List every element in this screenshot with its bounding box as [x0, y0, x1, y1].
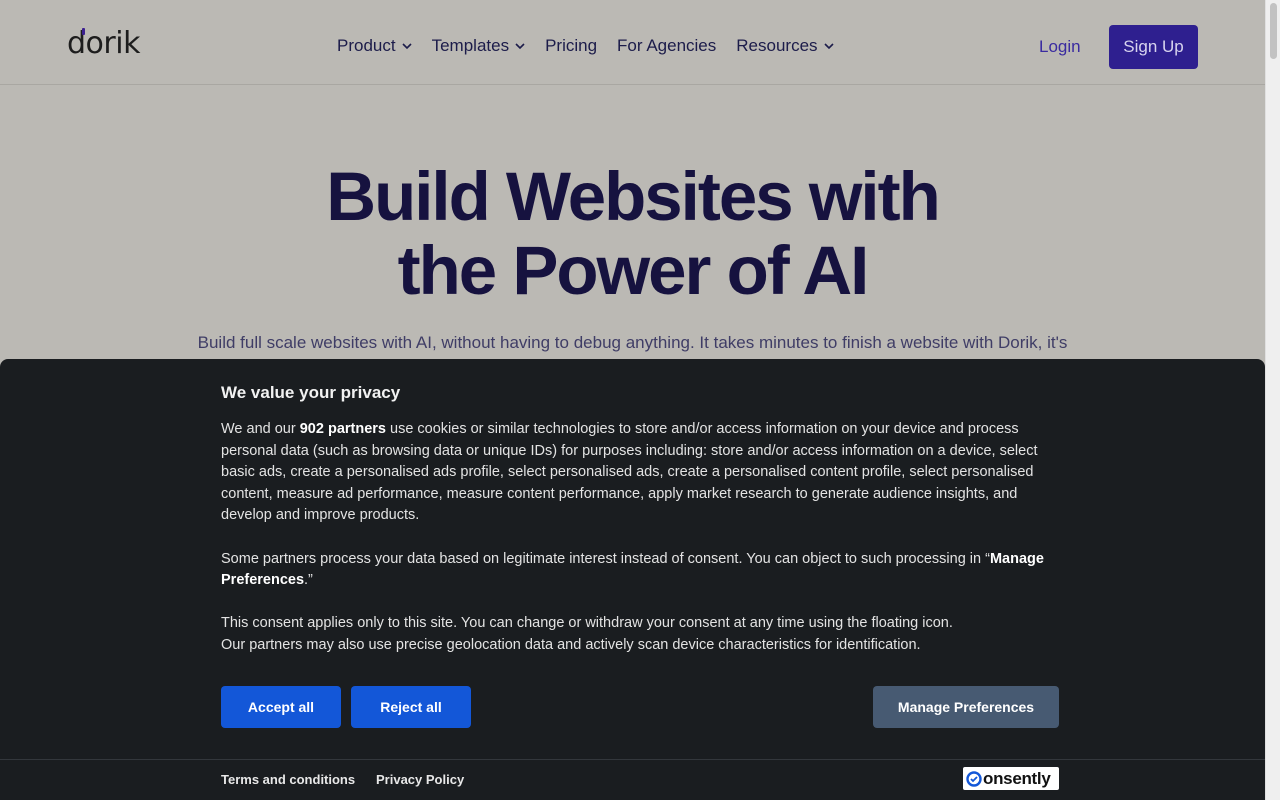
- consent-p3-line1: This consent applies only to this site. …: [221, 615, 953, 632]
- nav-product-label: Product: [337, 36, 396, 55]
- consent-p1-prefix: We and our: [221, 421, 300, 437]
- nav-for-agencies-label: For Agencies: [617, 36, 717, 55]
- nav-product[interactable]: Product: [337, 36, 412, 56]
- partners-count[interactable]: 902 partners: [300, 421, 386, 437]
- terms-link[interactable]: Terms and conditions: [221, 772, 355, 787]
- consent-footer: Terms and conditions Privacy Policy onse…: [0, 759, 1265, 800]
- reject-all-button[interactable]: Reject all: [351, 686, 471, 728]
- privacy-policy-link[interactable]: Privacy Policy: [376, 772, 464, 787]
- hero-title-line1: Build Websites with: [326, 158, 940, 235]
- scrollbar-thumb[interactable]: [1270, 3, 1277, 59]
- accept-all-button[interactable]: Accept all: [221, 686, 341, 728]
- chevron-down-icon: [515, 43, 525, 50]
- chevron-down-icon: [823, 43, 834, 50]
- main-nav: Product Templates Pricing For Agencies R…: [337, 36, 834, 56]
- consent-paragraph-1: We and our 902 partners use cookies or s…: [221, 419, 1051, 527]
- consent-title: We value your privacy: [221, 383, 401, 402]
- consently-logo[interactable]: onsently: [963, 767, 1059, 790]
- consent-p2-prefix: Some partners process your data based on…: [221, 550, 990, 567]
- signup-button[interactable]: Sign Up: [1109, 25, 1198, 69]
- dorik-logo[interactable]: dorik: [67, 26, 140, 61]
- consent-p2-suffix: .”: [304, 572, 313, 589]
- chevron-down-icon: [402, 43, 412, 50]
- nav-templates-label: Templates: [431, 36, 510, 55]
- hero-title-line2: the Power of AI: [397, 232, 870, 309]
- site-header: dorik Product Templates Pricing For Agen…: [0, 0, 1265, 85]
- consently-brand-text: onsently: [983, 768, 1051, 788]
- nav-pricing[interactable]: Pricing: [545, 36, 597, 56]
- page-scrollbar[interactable]: [1265, 0, 1280, 800]
- consent-body: We and our 902 partners use cookies or s…: [221, 419, 1051, 678]
- consently-check-icon: [966, 770, 982, 787]
- nav-for-agencies[interactable]: For Agencies: [617, 36, 716, 56]
- consent-paragraph-2: Some partners process your data based on…: [221, 549, 1051, 592]
- nav-resources[interactable]: Resources: [736, 36, 834, 56]
- cookie-consent-panel: We value your privacy We and our 902 par…: [0, 359, 1265, 800]
- consent-paragraph-3: This consent applies only to this site. …: [221, 613, 1051, 656]
- consent-p3-line2: Our partners may also use precise geoloc…: [221, 636, 921, 653]
- hero-subtitle: Build full scale websites with AI, witho…: [197, 333, 1068, 352]
- login-link[interactable]: Login: [1039, 37, 1081, 57]
- manage-preferences-button[interactable]: Manage Preferences: [873, 686, 1059, 728]
- nav-templates[interactable]: Templates: [432, 36, 525, 56]
- nav-pricing-label: Pricing: [545, 36, 598, 55]
- nav-resources-label: Resources: [736, 36, 818, 55]
- hero-title: Build Websites with the Power of AI: [0, 160, 1265, 308]
- logo-text: dorik: [67, 26, 140, 61]
